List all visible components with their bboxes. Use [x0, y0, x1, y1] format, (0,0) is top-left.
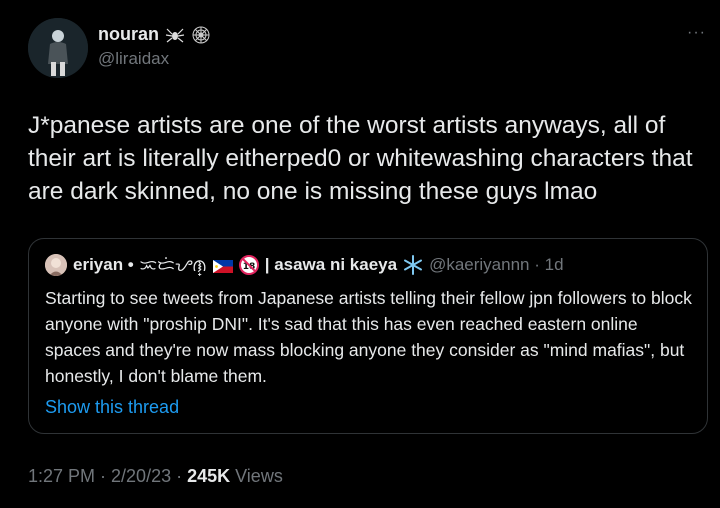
views-label: Views: [230, 466, 283, 486]
author-avatar[interactable]: [28, 18, 88, 78]
quoted-tweet[interactable]: eriyan • ᜁᜇᜒᜌᜈ᜔ 18 | asawa ni kaeya @kae…: [28, 238, 708, 434]
quoted-tweet-text: Starting to see tweets from Japanese art…: [45, 288, 692, 386]
tweet-text: J*panese artists are one of the worst ar…: [28, 112, 693, 205]
quoted-author-handle[interactable]: @kaeriyannn · 1d: [429, 255, 563, 275]
quoted-author-avatar: [45, 253, 67, 276]
18-plus-icon: 18: [238, 254, 259, 275]
tweet-timestamp[interactable]: 1:27 PM · 2/20/23 ·: [28, 466, 187, 486]
spider-icon: [165, 25, 185, 45]
snowflake-icon: [403, 254, 423, 275]
author-name-row: nouran: [98, 24, 211, 45]
quoted-author-display-extra: | asawa ni kaeya: [264, 254, 398, 274]
more-options-button[interactable]: ···: [687, 24, 706, 42]
philippines-flag-icon: [212, 258, 233, 273]
author-handle[interactable]: @liraidax: [98, 49, 169, 69]
spiderweb-icon: [191, 25, 211, 45]
quoted-tweet-header: eriyan • ᜁᜇᜒᜌᜈ᜔ 18 | asawa ni kaeya @kae…: [45, 253, 564, 276]
tweet-meta: 1:27 PM · 2/20/23 · 245K Views: [28, 466, 283, 487]
quoted-author-script: ᜁᜇᜒᜌᜈ᜔: [139, 256, 207, 275]
author-name[interactable]: nouran: [98, 24, 159, 45]
views-count: 245K: [187, 466, 231, 486]
quoted-author-name[interactable]: eriyan •: [73, 255, 134, 275]
show-thread-link[interactable]: Show this thread: [45, 397, 179, 418]
